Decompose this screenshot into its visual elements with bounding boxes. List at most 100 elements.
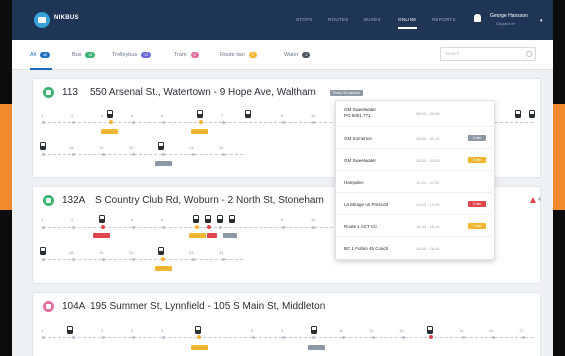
stop-dot[interactable] bbox=[102, 153, 105, 156]
stop-dot[interactable] bbox=[42, 153, 45, 156]
stop-number: 19 bbox=[99, 145, 104, 150]
stop-dot[interactable] bbox=[522, 336, 525, 339]
stop-dot[interactable] bbox=[192, 258, 195, 261]
bell-icon[interactable] bbox=[474, 14, 481, 22]
stop-dot[interactable] bbox=[132, 226, 135, 229]
stop-dot-alert[interactable] bbox=[429, 335, 433, 339]
stop-dot[interactable] bbox=[72, 121, 75, 124]
stop-dot[interactable] bbox=[312, 336, 315, 339]
bus-icon[interactable] bbox=[107, 110, 113, 118]
stop-dot[interactable] bbox=[222, 121, 225, 124]
stop-dot[interactable] bbox=[42, 336, 45, 339]
bus-icon[interactable] bbox=[311, 326, 317, 334]
stop-dot[interactable] bbox=[312, 226, 315, 229]
stop-dot[interactable] bbox=[132, 153, 135, 156]
bus-icon[interactable] bbox=[217, 215, 223, 223]
bus-icon[interactable] bbox=[193, 215, 199, 223]
stop-dot[interactable] bbox=[462, 336, 465, 339]
stop-dot[interactable] bbox=[72, 226, 75, 229]
bus-icon[interactable] bbox=[515, 110, 521, 118]
stop-dot-active[interactable] bbox=[109, 120, 113, 124]
bus-icon[interactable] bbox=[67, 326, 73, 334]
bus-icon[interactable] bbox=[195, 326, 201, 334]
schedule-row[interactable]: Hampden 11:20 - 12:00 bbox=[336, 171, 496, 193]
stop-dot[interactable] bbox=[312, 121, 315, 124]
tab-bus[interactable]: Bus 18 bbox=[72, 52, 96, 58]
bus-icon[interactable] bbox=[99, 215, 105, 223]
bus-icon[interactable] bbox=[197, 110, 203, 118]
bus-icon[interactable] bbox=[245, 110, 251, 118]
tab-all[interactable]: All 45 bbox=[30, 52, 51, 58]
tab-tram[interactable]: Tram 8 bbox=[174, 52, 199, 58]
nav-buses[interactable]: BUSES bbox=[364, 17, 381, 22]
bus-icon[interactable] bbox=[427, 326, 433, 334]
stop-dot[interactable] bbox=[72, 153, 75, 156]
stop-number: 12 bbox=[369, 328, 374, 333]
schedule-name: Hampden bbox=[344, 180, 364, 185]
stop-dot-alert[interactable] bbox=[101, 225, 105, 229]
route-card-104a[interactable]: 104A 195 Summer St, Lynnfield - 105 S Ma… bbox=[32, 292, 541, 356]
stop-dot[interactable] bbox=[132, 258, 135, 261]
stop-number: 3 bbox=[101, 113, 104, 118]
tab-water[interactable]: Water 2 bbox=[284, 52, 311, 58]
stop-dot[interactable] bbox=[72, 258, 75, 261]
bus-icon[interactable] bbox=[40, 247, 46, 255]
stop-dot[interactable] bbox=[102, 336, 105, 339]
stop-dot[interactable] bbox=[402, 336, 405, 339]
stop-dot-alert[interactable] bbox=[207, 225, 211, 229]
stop-dot[interactable] bbox=[162, 121, 165, 124]
tab-trolleybus[interactable]: Trolleybus 12 bbox=[112, 52, 152, 58]
schedule-row[interactable]: Route 1 ACT CC 14:30 - 15:10 1 min bbox=[336, 215, 496, 237]
stop-dot[interactable] bbox=[372, 336, 375, 339]
stop-dot[interactable] bbox=[42, 121, 45, 124]
stop-dot[interactable] bbox=[219, 226, 222, 229]
stop-dot[interactable] bbox=[42, 226, 45, 229]
schedule-row[interactable]: GM Sweetwater 10:20 - 10:55 5 min bbox=[336, 149, 496, 171]
bus-icon[interactable] bbox=[229, 215, 235, 223]
stop-dot[interactable] bbox=[192, 153, 195, 156]
stop-dot[interactable] bbox=[42, 258, 45, 261]
bus-icon[interactable] bbox=[205, 215, 211, 223]
bus-icon[interactable] bbox=[40, 142, 46, 150]
stop-dot-active[interactable] bbox=[199, 120, 203, 124]
bus-icon[interactable] bbox=[158, 247, 164, 255]
nav-reports[interactable]: REPORTS bbox=[432, 17, 456, 22]
tab-count: 2 bbox=[302, 52, 311, 58]
stop-dot[interactable] bbox=[492, 336, 495, 339]
route-line bbox=[43, 337, 533, 338]
schedule-row[interactable]: La Mirage on Prescott 13:00 - 13:45 3 mi… bbox=[336, 193, 496, 215]
stop-dot-active[interactable] bbox=[161, 257, 165, 261]
stop-dot[interactable] bbox=[132, 336, 135, 339]
schedule-row[interactable]: GM Sweetwater PO 5001 771 08:30 - 09:45 bbox=[336, 101, 496, 127]
route-number: 104A bbox=[62, 301, 86, 312]
stop-dot-active[interactable] bbox=[195, 225, 199, 229]
schedule-row[interactable]: BC 1 Fulton 45 Coach 16:00 - 16:45 bbox=[336, 237, 496, 259]
search-input[interactable]: Search bbox=[440, 47, 536, 61]
stop-dot[interactable] bbox=[342, 336, 345, 339]
stop-dot[interactable] bbox=[102, 258, 105, 261]
nav-stops[interactable]: STOPS bbox=[296, 17, 313, 22]
stop-dot[interactable] bbox=[282, 121, 285, 124]
stop-dot[interactable] bbox=[282, 226, 285, 229]
stop-dot[interactable] bbox=[132, 121, 135, 124]
warning-icon[interactable] bbox=[530, 197, 536, 203]
stop-dot[interactable] bbox=[222, 258, 225, 261]
bus-icon[interactable] bbox=[529, 110, 535, 118]
stop-dot[interactable] bbox=[162, 226, 165, 229]
stop-dot[interactable] bbox=[222, 153, 225, 156]
stop-dot[interactable] bbox=[72, 336, 75, 339]
stop-dot[interactable] bbox=[162, 153, 165, 156]
stop-dot[interactable] bbox=[162, 336, 165, 339]
nav-online[interactable]: ONLINE bbox=[398, 17, 417, 29]
schedule-row[interactable]: GM Somerton 08:30 - 09:10 2 min bbox=[336, 127, 496, 149]
stop-number: 5 bbox=[161, 113, 164, 118]
stop-dot[interactable] bbox=[252, 336, 255, 339]
user-name[interactable]: George Hansson bbox=[490, 13, 528, 19]
tab-count: 5 bbox=[248, 52, 257, 58]
chevron-down-icon[interactable]: ▾ bbox=[540, 18, 543, 24]
nav-routes[interactable]: ROUTES bbox=[328, 17, 349, 22]
bus-icon[interactable] bbox=[158, 142, 164, 150]
tab-route-taxi[interactable]: Route taxi 5 bbox=[220, 52, 257, 58]
stop-dot-active[interactable] bbox=[197, 335, 201, 339]
stop-dot[interactable] bbox=[282, 336, 285, 339]
